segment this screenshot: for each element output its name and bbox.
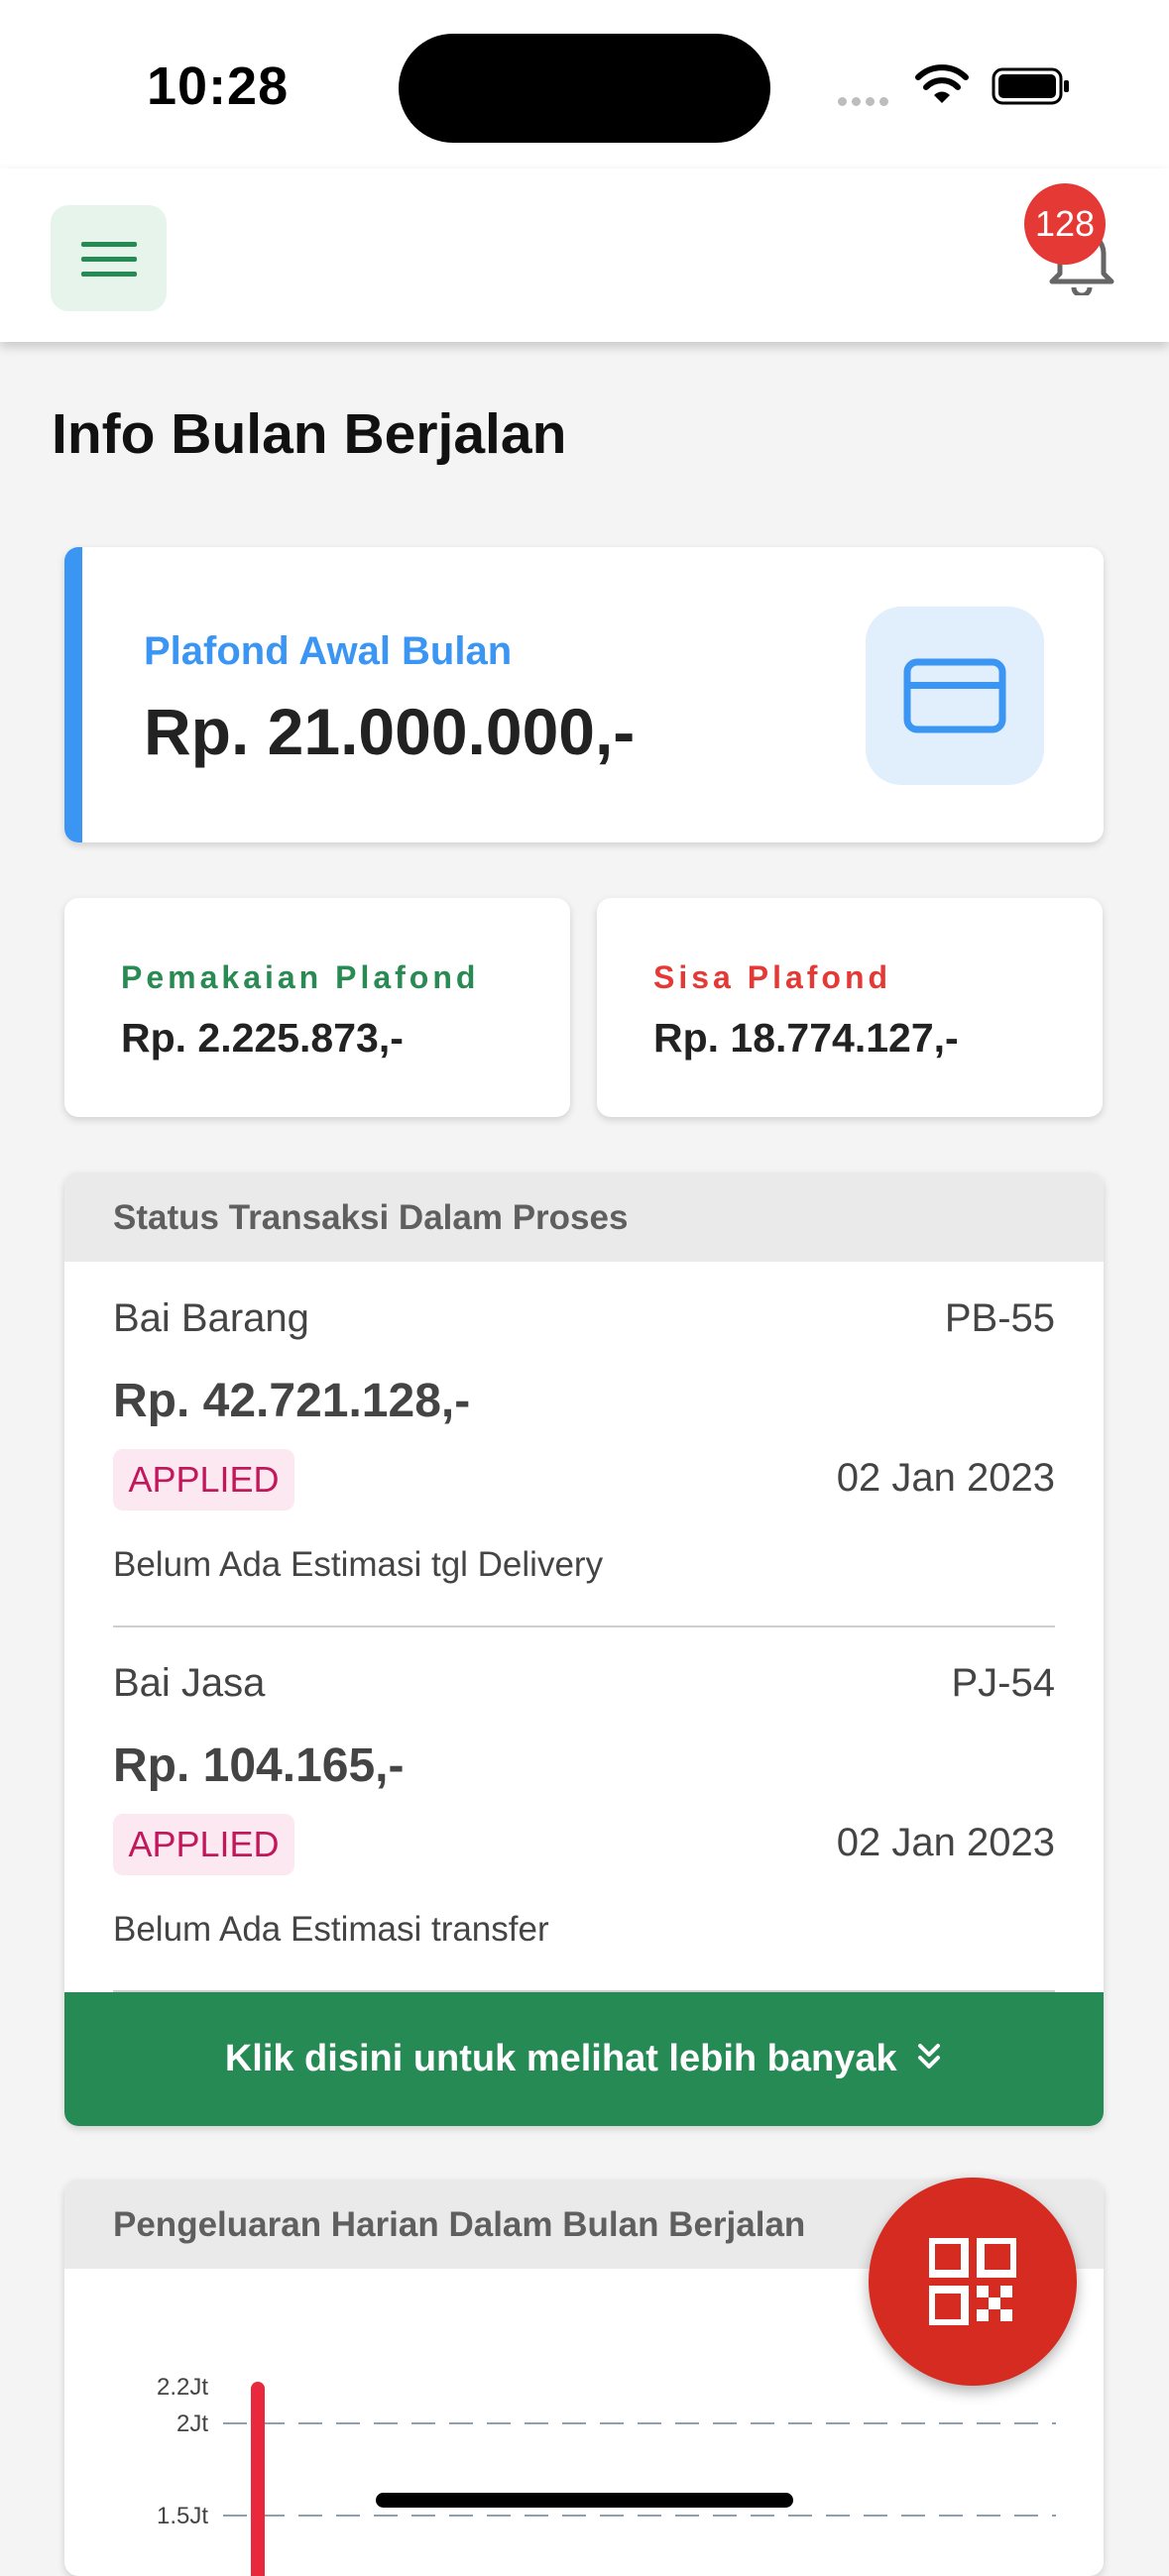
plafond-label: Plafond Awal Bulan [144, 629, 513, 673]
transaction-note: Belum Ada Estimasi tgl Delivery [113, 1545, 604, 1584]
qr-scan-button[interactable] [869, 2178, 1077, 2386]
remaining-value: Rp. 18.774.127,- [653, 1015, 959, 1061]
page-title: Info Bulan Berjalan [52, 402, 567, 466]
panel-title: Status Transaksi Dalam Proses [113, 1198, 629, 1237]
remaining-card: Sisa Plafond Rp. 18.774.127,- [597, 898, 1103, 1117]
cellular-signal-icon [838, 93, 897, 106]
status-badge: APPLIED [113, 1449, 294, 1511]
dynamic-island [399, 34, 770, 143]
battery-icon [992, 67, 1069, 105]
usage-card: Pemakaian Plafond Rp. 2.225.873,- [64, 898, 570, 1117]
show-more-button[interactable]: Klik disini untuk melihat lebih banyak [64, 1992, 1104, 2126]
y-tick-label: 2Jt [176, 2410, 208, 2437]
menu-button[interactable] [51, 205, 167, 311]
transaction-type: Bai Jasa [113, 1661, 266, 1705]
panel-header: Status Transaksi Dalam Proses [64, 1173, 1104, 1262]
transaction-amount: Rp. 42.721.128,- [113, 1375, 471, 1427]
transaction-code: PJ-54 [951, 1661, 1056, 1705]
credit-card-icon-box [866, 607, 1044, 785]
status-bar: 10:28 [0, 0, 1169, 168]
notification-badge: 128 [1024, 183, 1106, 265]
transaction-date: 02 Jan 2023 [836, 1456, 1055, 1500]
qr-code-icon [929, 2238, 1016, 2325]
home-indicator [376, 2493, 793, 2508]
plafond-value: Rp. 21.000.000,- [144, 695, 636, 768]
transaction-amount: Rp. 104.165,- [113, 1739, 405, 1792]
plafond-card: Plafond Awal Bulan Rp. 21.000.000,- [64, 547, 1104, 842]
hamburger-icon [81, 242, 137, 277]
transaction-item[interactable]: Bai Barang PB-55 Rp. 42.721.128,- APPLIE… [113, 1262, 1055, 1627]
transaction-code: PB-55 [944, 1296, 1055, 1340]
app-header: 128 [0, 168, 1169, 342]
remaining-label: Sisa Plafond [653, 959, 892, 995]
card-accent-bar [64, 547, 82, 842]
status-time: 10:28 [147, 56, 290, 116]
y-tick-label: 1.5Jt [157, 2503, 208, 2529]
transaction-item[interactable]: Bai Jasa PJ-54 Rp. 104.165,- APPLIED 02 … [113, 1626, 1056, 1992]
wifi-icon [915, 64, 969, 103]
transaction-note: Belum Ada Estimasi transfer [113, 1910, 549, 1949]
transaction-status-panel: Status Transaksi Dalam Proses Bai Barang… [64, 1173, 1104, 2126]
usage-value: Rp. 2.225.873,- [121, 1015, 404, 1061]
status-badge: APPLIED [113, 1814, 294, 1875]
chart-bar[interactable] [251, 2381, 265, 2576]
usage-label: Pemakaian Plafond [121, 959, 480, 995]
show-more-label: Klik disini untuk melihat lebih banyak [224, 2038, 897, 2079]
y-tick-label: 2.2Jt [157, 2374, 208, 2401]
transaction-date: 02 Jan 2023 [836, 1821, 1055, 1864]
double-chevron-down-icon [918, 2044, 941, 2069]
transaction-type: Bai Barang [113, 1296, 309, 1340]
credit-card-icon [903, 658, 1006, 733]
panel-title: Pengeluaran Harian Dalam Bulan Berjalan [113, 2205, 806, 2244]
